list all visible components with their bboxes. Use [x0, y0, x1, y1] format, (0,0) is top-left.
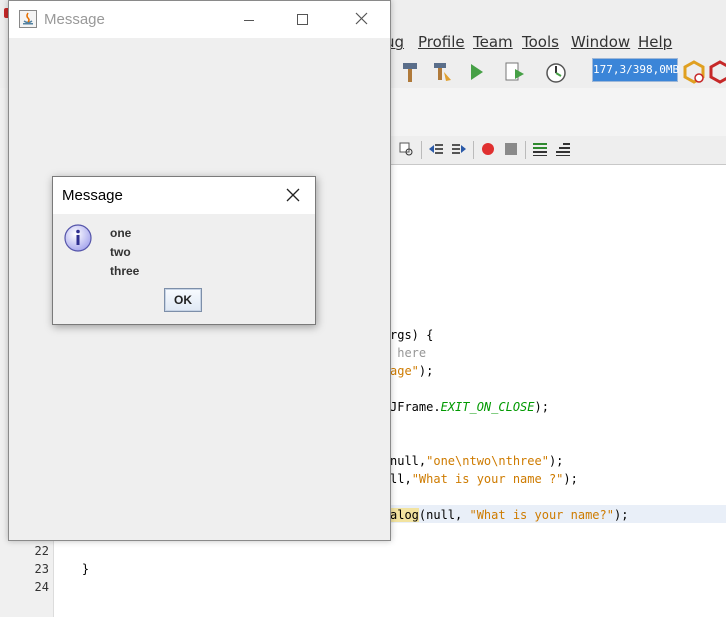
code-highlight: alog	[390, 508, 419, 522]
message-line: three	[110, 264, 140, 278]
code-line: null,"one\ntwo\nthree");	[390, 454, 563, 468]
code-line: age");	[390, 364, 433, 378]
line-number: 24	[34, 580, 49, 594]
record-macro-icon[interactable]	[480, 141, 496, 157]
code-line: alog(null, "What is your name?");	[390, 508, 628, 522]
code-text: null,	[390, 454, 427, 468]
profile-icon[interactable]	[544, 60, 568, 84]
code-comment: here	[390, 346, 427, 360]
dialog-title: Message	[62, 187, 123, 204]
code-string: age"	[390, 364, 419, 378]
shift-right-icon[interactable]	[451, 141, 467, 157]
gc-second-icon[interactable]	[708, 60, 726, 84]
dialog-close-icon[interactable]	[285, 187, 301, 203]
code-text: (null,	[418, 508, 470, 522]
menu-team[interactable]: Team	[473, 33, 513, 51]
toolbar-separator	[525, 141, 526, 159]
message-line: two	[110, 245, 131, 259]
java-app-icon	[19, 10, 37, 28]
code-string: "What is your name ?"	[411, 472, 564, 486]
memory-usage-bar[interactable]: 177,3/398,0MB	[592, 58, 679, 82]
code-line: }	[53, 562, 90, 576]
menu-tools[interactable]: Tools	[522, 33, 559, 51]
code-text: );	[418, 364, 434, 378]
stop-macro-icon[interactable]	[503, 141, 519, 157]
code-line: ll,"What is your name ?");	[390, 472, 578, 486]
run-icon[interactable]	[464, 60, 488, 84]
code-text: );	[563, 472, 578, 486]
menu-window[interactable]: Window	[571, 33, 630, 51]
code-line: rgs) {	[390, 328, 434, 342]
code-text: );	[548, 454, 564, 468]
code-line: JFrame.EXIT_ON_CLOSE);	[390, 400, 549, 414]
code-text: );	[534, 400, 549, 414]
code-constant: EXIT_ON_CLOSE	[440, 400, 535, 414]
garbage-collect-icon[interactable]	[682, 60, 706, 84]
ok-button[interactable]: OK	[164, 288, 202, 312]
close-icon[interactable]	[341, 7, 381, 33]
comment-icon[interactable]	[532, 141, 548, 157]
frame-title: Message	[44, 11, 105, 28]
line-number: 23	[34, 562, 49, 576]
information-icon	[64, 224, 92, 252]
message-dialog: Message one two three OK	[52, 176, 316, 325]
code-text: ll,	[390, 472, 412, 486]
toolbar-separator	[421, 141, 422, 159]
dialog-titlebar[interactable]: Message	[53, 177, 315, 214]
minimize-icon[interactable]	[229, 7, 269, 33]
line-number: 22	[34, 544, 49, 558]
code-string: "one\ntwo\nthree"	[426, 454, 549, 468]
shift-left-icon[interactable]	[428, 141, 444, 157]
uncomment-icon[interactable]	[555, 141, 571, 157]
frame-titlebar[interactable]: Message	[9, 1, 390, 38]
maximize-icon[interactable]	[282, 7, 322, 33]
code-text: JFrame.	[390, 400, 441, 414]
menu-profile[interactable]: Profile	[418, 33, 465, 51]
menu-help[interactable]: Help	[638, 33, 672, 51]
find-usages-icon[interactable]	[398, 141, 414, 157]
message-line: one	[110, 226, 132, 240]
clean-build-icon[interactable]	[430, 60, 454, 84]
debug-icon[interactable]	[503, 60, 527, 84]
toolbar-separator	[473, 141, 474, 159]
build-hammer-icon[interactable]	[398, 60, 422, 84]
code-string: "What is your name?"	[469, 508, 614, 522]
code-text: );	[613, 508, 629, 522]
